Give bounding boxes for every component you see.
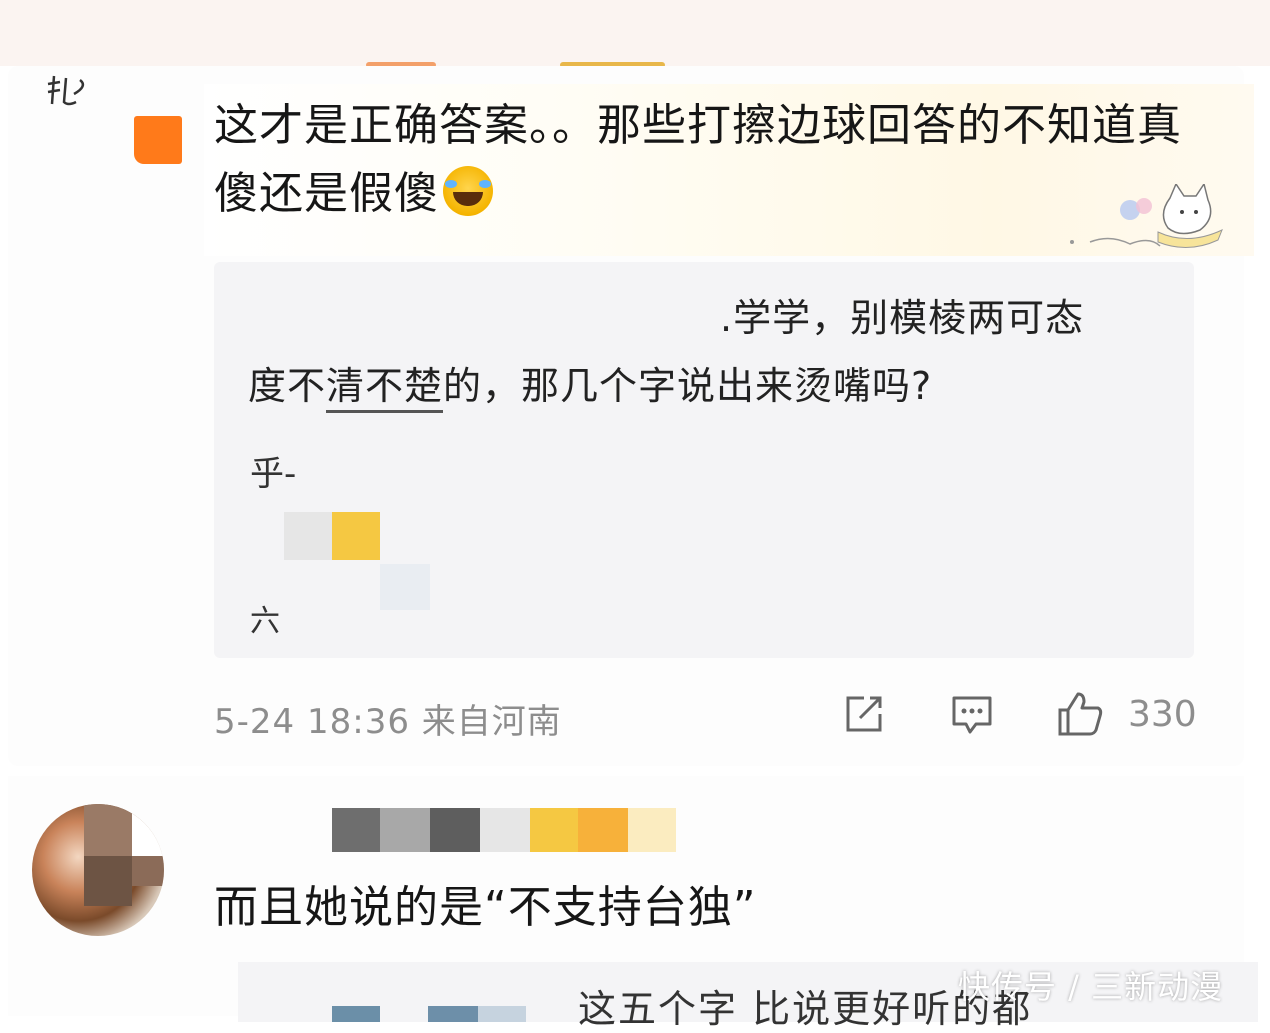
username-mosaic: [480, 808, 530, 852]
user-badge: [134, 116, 182, 164]
like-icon[interactable]: [1056, 690, 1104, 738]
mosaic-block: [428, 1006, 478, 1022]
quote-line-2b: 清不楚: [326, 364, 444, 413]
like-count: 330: [1128, 694, 1197, 735]
quote-fragment: 六: [250, 604, 280, 639]
comment-body: 而且她说的是“不支持台独”: [214, 882, 757, 933]
quote-fragment: 乎-: [250, 454, 297, 494]
user-avatar[interactable]: [32, 804, 164, 936]
username-mosaic: [430, 808, 480, 852]
username-mosaic: [332, 808, 380, 852]
watermark: 快传号 / 三新动漫: [958, 968, 1224, 1006]
quote-line-1: .学学，别模棱两可态: [720, 296, 1085, 340]
quote-line-2a: 度不: [248, 364, 327, 408]
avatar-doodle[interactable]: [44, 66, 94, 116]
share-icon[interactable]: [840, 690, 888, 738]
avatar-mosaic: [132, 856, 164, 886]
comment-icon[interactable]: [948, 690, 996, 738]
quoted-reply-text: .学学，别模棱两可态 度不清不楚的，那几个字说出来烫嘴吗?: [248, 284, 1168, 420]
timestamp: 5-24 18:36: [214, 702, 410, 742]
mosaic-block: [332, 512, 380, 560]
quote-line-2c: 的，那几个字说出来烫嘴吗?: [443, 364, 933, 408]
avatar-mosaic: [132, 804, 164, 856]
laughing-crying-emoji-icon: [443, 166, 493, 216]
top-blurred-band: [0, 0, 1270, 68]
username-mosaic: [380, 808, 430, 852]
username-mosaic: [578, 808, 628, 852]
username-mosaic: [530, 808, 578, 852]
username-mosaic: [628, 808, 676, 852]
location: 来自河南: [421, 702, 562, 742]
mosaic-block: [332, 1006, 380, 1022]
comment-meta: 5-24 18:36 来自河南: [214, 694, 562, 743]
comment-body: 这才是正确答案。。那些打擦边球回答的不知道真傻还是假傻: [214, 92, 1204, 228]
mosaic-block: [284, 512, 332, 560]
mosaic-block: [380, 564, 430, 610]
comment-body-text: 这才是正确答案。。那些打擦边球回答的不知道真傻还是假傻: [214, 100, 1182, 219]
mosaic-block: [478, 1006, 526, 1022]
avatar-mosaic: [84, 856, 132, 906]
avatar-mosaic: [84, 804, 132, 856]
cat-sticker-icon: [1070, 184, 1223, 248]
